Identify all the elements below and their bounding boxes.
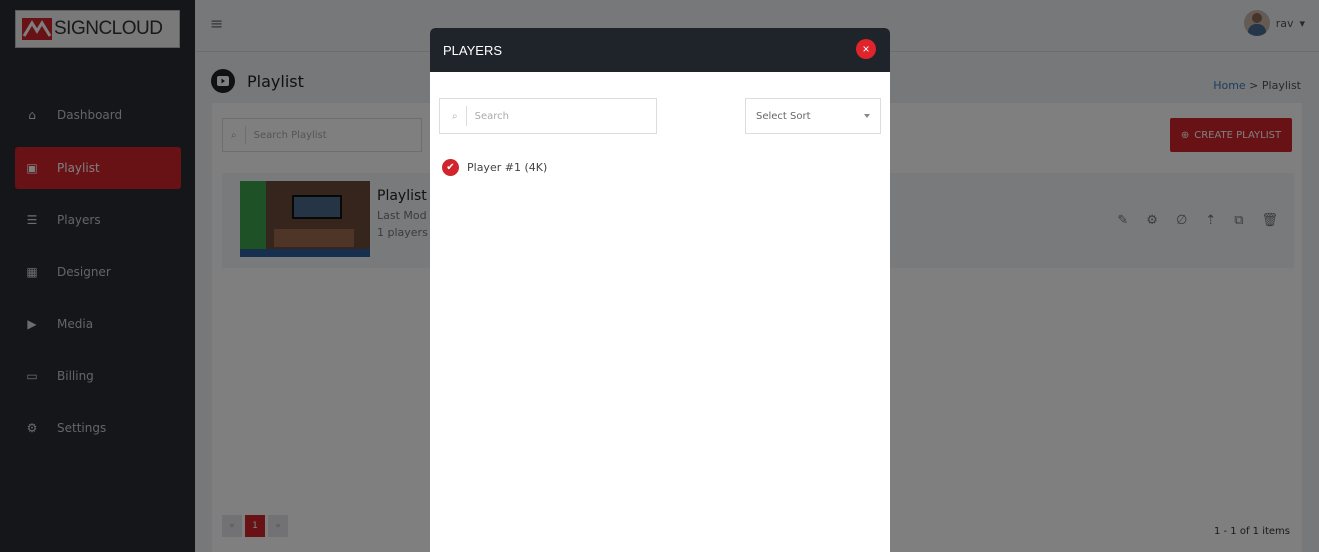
search-icon: ⌕ <box>452 110 458 122</box>
modal-header: PLAYERS × <box>430 28 890 72</box>
player-list-item[interactable]: ✔ Player #1 (4K) <box>442 159 547 176</box>
players-modal: PLAYERS × ⌕ Search Select Sort ✔ Player … <box>430 28 890 552</box>
modal-title: PLAYERS <box>443 42 503 58</box>
caret-down-icon <box>864 114 870 118</box>
close-icon[interactable]: × <box>856 39 876 59</box>
divider <box>465 106 467 126</box>
player-search-input[interactable]: ⌕ Search <box>439 98 657 134</box>
sort-select[interactable]: Select Sort <box>745 98 881 134</box>
player-label: Player #1 (4K) <box>467 161 548 174</box>
sort-label: Select Sort <box>756 110 811 122</box>
check-circle-icon[interactable]: ✔ <box>442 159 459 176</box>
search-placeholder: Search <box>474 110 509 122</box>
